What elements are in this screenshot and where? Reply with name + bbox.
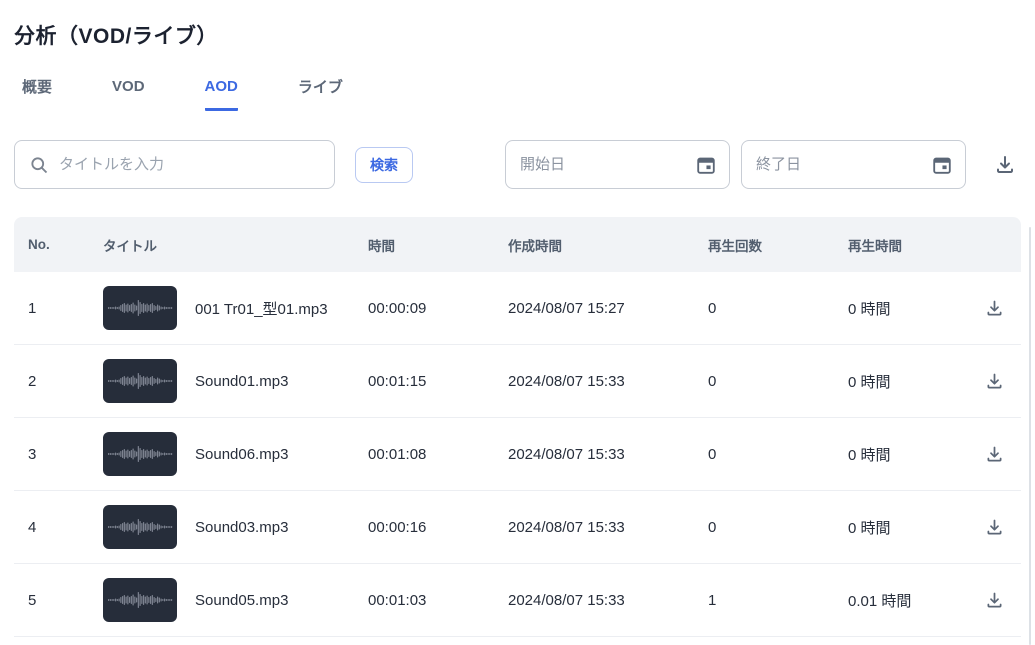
audio-duration: 00:00:09 [368,300,508,317]
audio-duration: 00:01:15 [368,373,508,390]
audio-table: No. タイトル 時間 作成時間 再生回数 再生時間 1 001 Tr01_型0… [14,217,1021,637]
waveform-thumbnail [103,505,177,549]
play-count: 0 [708,519,848,536]
row-number: 5 [28,592,103,609]
row-number: 4 [28,519,103,536]
play-time: 0 時間 [848,298,968,319]
search-input[interactable] [15,141,334,188]
column-header-no: No. [28,237,103,252]
created-time: 2024/08/07 15:33 [508,519,708,536]
row-download-button[interactable] [980,367,1009,396]
tab-vod[interactable]: VOD [112,76,145,111]
row-number: 1 [28,300,103,317]
column-header-title: タイトル [103,235,368,255]
column-header-plays: 再生回数 [708,235,848,255]
audio-title: Sound06.mp3 [195,446,288,463]
row-number: 3 [28,446,103,463]
play-count: 0 [708,446,848,463]
vertical-scrollbar[interactable] [1029,227,1031,645]
audio-duration: 00:00:16 [368,519,508,536]
waveform-thumbnail [103,359,177,403]
end-date-field [741,140,966,189]
end-date-calendar-button[interactable] [927,150,957,180]
table-header: No. タイトル 時間 作成時間 再生回数 再生時間 [14,217,1021,272]
date-filter-group [505,140,1021,189]
created-time: 2024/08/07 15:27 [508,300,708,317]
row-download-button[interactable] [980,513,1009,542]
audio-title: Sound01.mp3 [195,373,288,390]
row-download-button[interactable] [980,586,1009,615]
row-number: 2 [28,373,103,390]
download-icon [984,371,1005,392]
waveform-thumbnail [103,578,177,622]
audio-title: Sound05.mp3 [195,592,288,609]
end-date-input[interactable] [742,156,927,173]
calendar-icon [931,154,953,176]
play-time: 0.01 時間 [848,590,968,611]
start-date-field [505,140,730,189]
waveform-icon [107,296,173,320]
download-icon [984,590,1005,611]
created-time: 2024/08/07 15:33 [508,592,708,609]
audio-duration: 00:01:03 [368,592,508,609]
table-row: 3 Sound06.mp3 00:01:08 2024/08/07 15:33 … [14,418,1021,491]
waveform-icon [107,515,173,539]
waveform-icon [107,588,173,612]
table-row: 2 Sound01.mp3 00:01:15 2024/08/07 15:33 … [14,345,1021,418]
row-download-button[interactable] [980,440,1009,469]
download-icon [984,517,1005,538]
waveform-icon [107,442,173,466]
waveform-thumbnail [103,432,177,476]
created-time: 2024/08/07 15:33 [508,373,708,390]
play-time: 0 時間 [848,371,968,392]
tab-aod[interactable]: AOD [205,76,238,111]
play-time: 0 時間 [848,517,968,538]
table-row: 1 001 Tr01_型01.mp3 00:00:09 2024/08/07 1… [14,272,1021,345]
download-icon [984,444,1005,465]
page-title: 分析（VOD/ライブ） [14,20,1021,50]
search-button[interactable]: 検索 [355,147,413,183]
calendar-icon [695,154,717,176]
column-header-created: 作成時間 [508,235,708,255]
tab-bar: 概要 VOD AOD ライブ [14,76,1021,111]
created-time: 2024/08/07 15:33 [508,446,708,463]
row-download-button[interactable] [980,294,1009,323]
waveform-thumbnail [103,286,177,330]
tab-overview[interactable]: 概要 [22,76,52,111]
column-header-duration: 時間 [368,235,508,255]
tab-live[interactable]: ライブ [298,76,343,111]
search-icon [29,155,49,175]
start-date-input[interactable] [506,156,691,173]
table-row: 4 Sound03.mp3 00:00:16 2024/08/07 15:33 … [14,491,1021,564]
play-count: 1 [708,592,848,609]
play-count: 0 [708,373,848,390]
export-download-button[interactable] [989,149,1021,181]
column-header-playtime: 再生時間 [848,235,968,255]
toolbar: 検索 [14,140,1021,189]
table-row: 5 Sound05.mp3 00:01:03 2024/08/07 15:33 … [14,564,1021,637]
audio-title: Sound03.mp3 [195,519,288,536]
play-time: 0 時間 [848,444,968,465]
start-date-calendar-button[interactable] [691,150,721,180]
audio-duration: 00:01:08 [368,446,508,463]
audio-title: 001 Tr01_型01.mp3 [195,298,328,319]
table-body: 1 001 Tr01_型01.mp3 00:00:09 2024/08/07 1… [14,272,1021,637]
download-icon [984,298,1005,319]
waveform-icon [107,369,173,393]
play-count: 0 [708,300,848,317]
search-box [14,140,335,189]
download-icon [993,153,1017,177]
